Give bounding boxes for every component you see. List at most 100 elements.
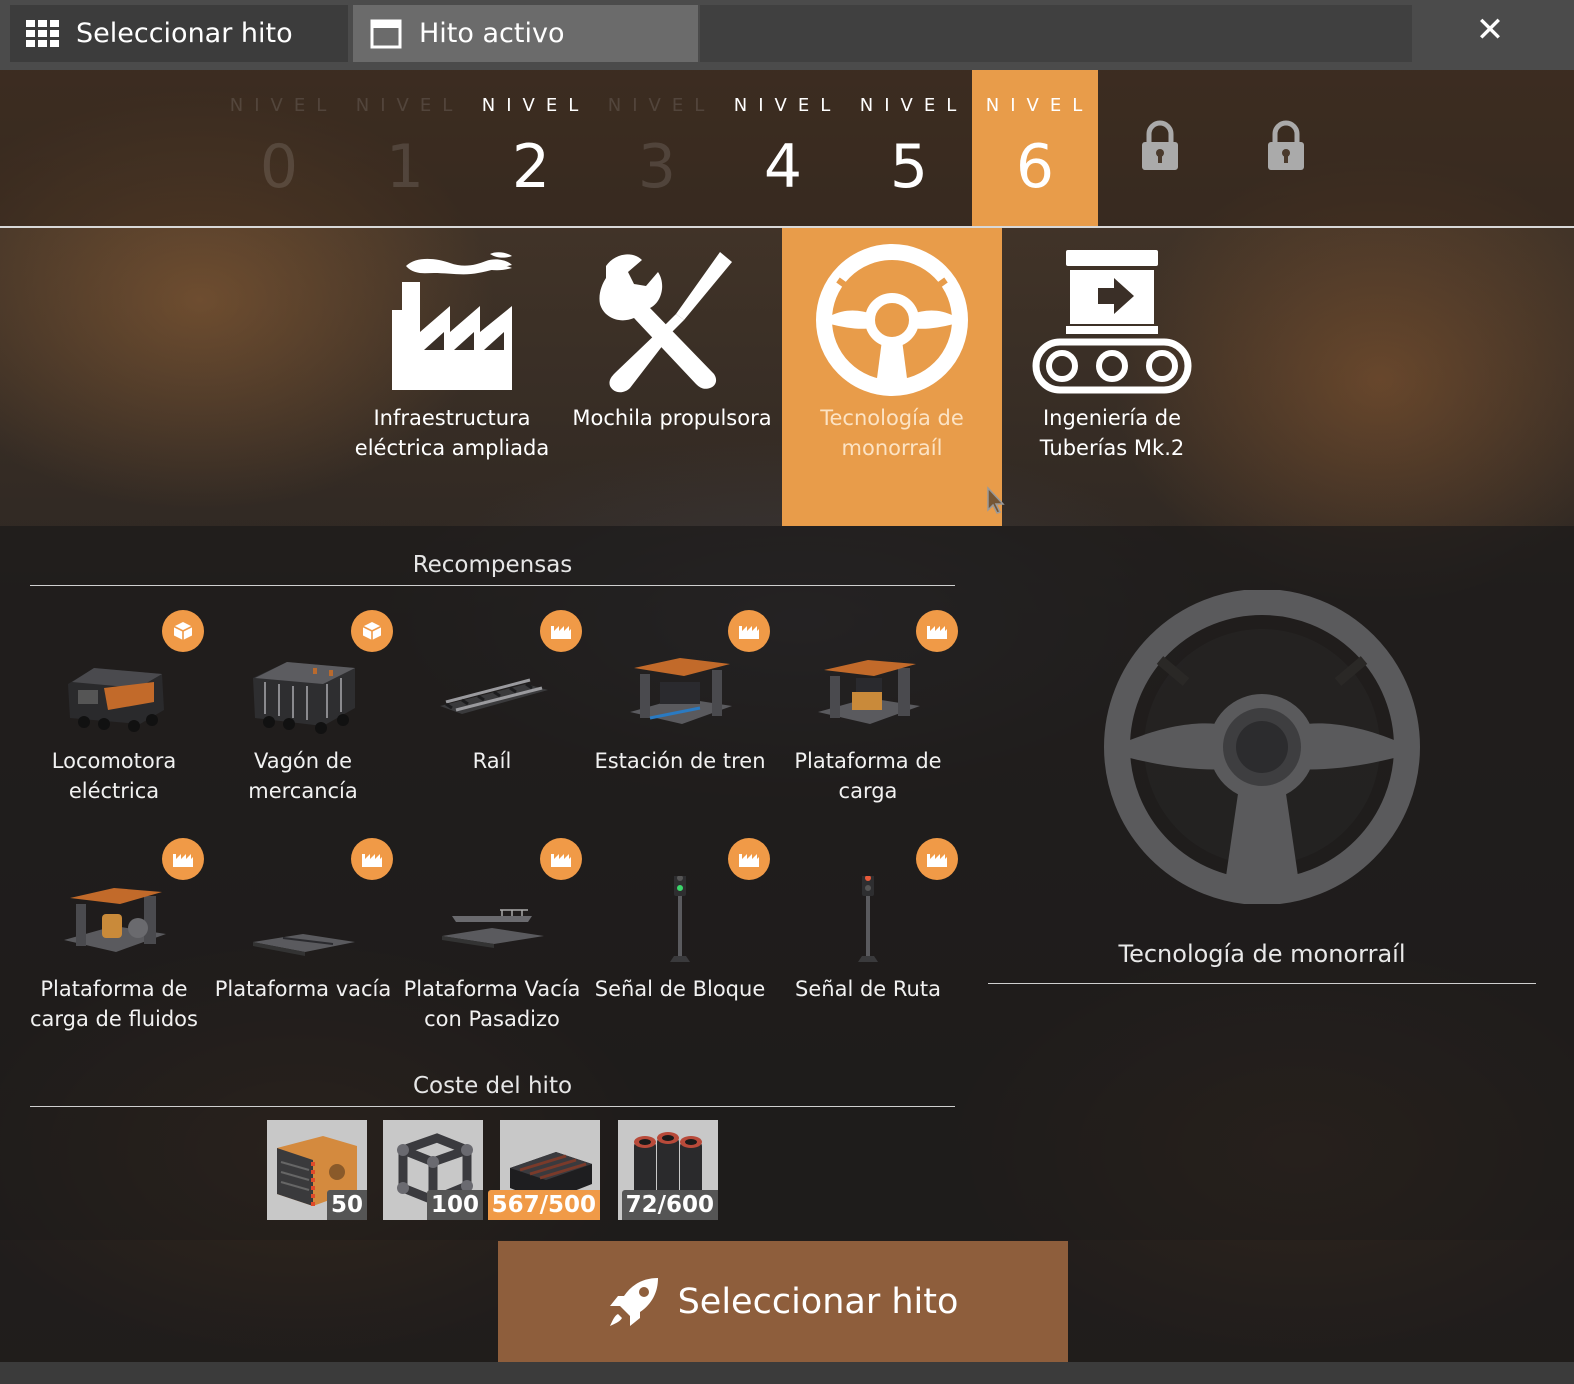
cost-item-2: 100 xyxy=(383,1120,483,1220)
schematic-monorail[interactable]: Tecnología de monorraíl xyxy=(782,228,1002,526)
tier-number: 6 xyxy=(1015,132,1055,202)
block-signal-icon xyxy=(670,876,690,962)
reward-freight-platform[interactable]: Plataforma de carga xyxy=(774,608,962,828)
schematic-name: Tecnología de monorraíl xyxy=(820,406,964,460)
reward-name: Vagón de mercancía xyxy=(248,749,358,803)
building-badge-icon xyxy=(728,610,770,652)
reward-name: Plataforma vacía xyxy=(214,977,392,1001)
cost-amount: 100 xyxy=(426,1190,483,1220)
factory-icon xyxy=(392,252,512,390)
tier-label: NIVEL xyxy=(985,95,1094,116)
reward-train-station[interactable]: Estación de tren xyxy=(586,608,774,828)
empty-platform-icon xyxy=(253,934,355,956)
tier-number: 1 xyxy=(385,132,425,202)
path-signal-icon xyxy=(858,876,878,962)
tier-number: 0 xyxy=(259,132,299,202)
tier-number: 3 xyxy=(637,132,677,202)
schematic-pipeline-mk2[interactable]: Ingeniería de Tuberías Mk.2 xyxy=(1002,228,1222,526)
tab-active-milestone[interactable]: Hito activo xyxy=(353,5,698,62)
tier-4[interactable]: NIVEL 4 xyxy=(720,70,846,226)
lock-icon xyxy=(1268,120,1304,170)
reward-fluid-freight-platform[interactable]: Plataforma de carga de fluidos xyxy=(20,836,208,1056)
reward-name: Señal de Bloque xyxy=(594,977,766,1001)
reward-freight-car[interactable]: Vagón de mercancía xyxy=(209,608,397,828)
tab-select-milestone[interactable]: Seleccionar hito xyxy=(10,5,348,62)
select-milestone-label: Seleccionar hito xyxy=(677,1281,959,1322)
divider xyxy=(30,585,955,586)
mouse-cursor-icon xyxy=(987,486,1005,514)
tab-strip xyxy=(700,5,1412,62)
tier-label: NIVEL xyxy=(607,95,716,116)
schematic-name: Infraestructura eléctrica ampliada xyxy=(354,406,550,460)
vehicle-badge-icon xyxy=(162,610,204,652)
reward-name: Locomotora eléctrica xyxy=(51,749,177,803)
reward-electric-locomotive[interactable]: Locomotora eléctrica xyxy=(20,608,208,828)
preview-title: Tecnología de monorraíl xyxy=(1118,940,1406,968)
tier-1[interactable]: NIVEL 1 xyxy=(342,70,468,226)
cost-amount: 72/600 xyxy=(621,1190,718,1220)
cost-item-1: 50 xyxy=(267,1120,367,1220)
tier-0[interactable]: NIVEL 0 xyxy=(216,70,342,226)
tab-label: Seleccionar hito xyxy=(76,18,293,49)
tier-2[interactable]: NIVEL 2 xyxy=(468,70,594,226)
reward-empty-platform-catwalk[interactable]: Plataforma Vacía con Pasadizo xyxy=(398,836,586,1056)
schematic-expanded-power[interactable]: Infraestructura eléctrica ampliada xyxy=(342,228,562,526)
schematic-name: Ingeniería de Tuberías Mk.2 xyxy=(1039,406,1185,460)
reward-path-signal[interactable]: Señal de Ruta xyxy=(774,836,962,1056)
reward-block-signal[interactable]: Señal de Bloque xyxy=(586,836,774,1056)
building-badge-icon xyxy=(162,838,204,880)
conveyor-icon xyxy=(1032,250,1192,394)
train-station-icon xyxy=(630,658,732,724)
vehicle-badge-icon xyxy=(351,610,393,652)
schematic-name: Mochila propulsora xyxy=(572,406,772,430)
building-badge-icon xyxy=(351,838,393,880)
grid-icon xyxy=(26,17,60,51)
reward-name: Plataforma de carga xyxy=(794,749,942,803)
tier-number: 5 xyxy=(889,132,929,202)
divider xyxy=(988,983,1536,984)
close-icon[interactable]: ✕ xyxy=(1470,10,1510,50)
building-badge-icon xyxy=(728,838,770,880)
rail-icon xyxy=(440,678,548,714)
cost-item-4: 72/600 xyxy=(618,1120,718,1220)
bottom-strip xyxy=(0,1362,1574,1384)
rewards-title: Recompensas xyxy=(412,552,573,578)
cost-item-3: 567/500 xyxy=(487,1120,600,1220)
building-badge-icon xyxy=(916,838,958,880)
building-badge-icon xyxy=(916,610,958,652)
reward-name: Plataforma Vacía con Pasadizo xyxy=(403,977,581,1031)
tab-label: Hito activo xyxy=(419,18,565,49)
schematic-jetpack[interactable]: Mochila propulsora xyxy=(562,228,782,526)
reward-empty-platform[interactable]: Plataforma vacía xyxy=(209,836,397,1056)
tier-number: 2 xyxy=(511,132,551,202)
electric-locomotive-icon xyxy=(68,668,164,732)
reward-name: Señal de Ruta xyxy=(795,977,941,1001)
lock-icon xyxy=(1142,120,1178,170)
freight-platform-icon xyxy=(818,660,920,724)
building-badge-icon xyxy=(540,838,582,880)
cost-amount: 567/500 xyxy=(487,1190,600,1220)
reward-name: Estación de tren xyxy=(594,749,766,773)
tier-label: NIVEL xyxy=(481,95,590,116)
tools-icon xyxy=(599,252,732,393)
building-badge-icon xyxy=(540,610,582,652)
tier-6[interactable]: NIVEL 6 xyxy=(972,70,1098,226)
tier-5[interactable]: NIVEL 5 xyxy=(846,70,972,226)
tier-label: NIVEL xyxy=(355,95,464,116)
steering-wheel-icon xyxy=(816,244,968,396)
tier-label: NIVEL xyxy=(859,95,968,116)
cost-title: Coste del hito xyxy=(412,1073,573,1099)
tier-3[interactable]: NIVEL 3 xyxy=(594,70,720,226)
rocket-icon xyxy=(609,1277,658,1326)
tier-label: NIVEL xyxy=(733,95,842,116)
cost-amount: 50 xyxy=(326,1190,367,1220)
select-milestone-button[interactable]: Seleccionar hito xyxy=(498,1241,1068,1362)
divider xyxy=(30,1106,955,1107)
empty-platform-catwalk-icon xyxy=(442,909,544,948)
reward-name: Raíl xyxy=(472,749,512,773)
reward-rail[interactable]: Raíl xyxy=(398,608,586,828)
freight-car-icon xyxy=(253,662,355,734)
window-icon xyxy=(369,17,403,51)
reward-name: Plataforma de carga de fluidos xyxy=(30,977,198,1031)
steering-wheel-icon xyxy=(1104,590,1420,904)
